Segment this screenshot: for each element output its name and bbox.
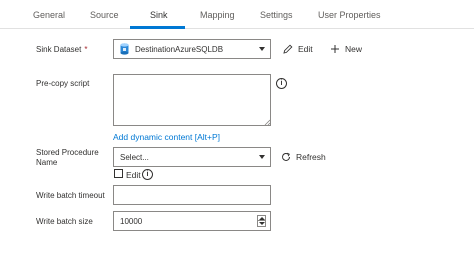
pre-copy-info-icon[interactable]: i [276, 78, 287, 89]
active-tab-indicator [130, 26, 185, 29]
pre-copy-script-label: Pre-copy script [36, 79, 90, 88]
stored-procedure-label-line2: Name [36, 158, 58, 167]
sink-dataset-label-text: Sink Dataset [36, 45, 82, 54]
write-batch-size-label: Write batch size [36, 217, 93, 226]
edit-dataset-button[interactable]: Edit [283, 44, 313, 54]
stored-procedure-info-icon[interactable]: i [142, 169, 153, 180]
stored-procedure-label: Stored Procedure Name [36, 148, 99, 168]
spin-down-icon[interactable] [259, 222, 265, 225]
spinner-divider [258, 220, 265, 221]
sink-dataset-select[interactable]: DestinationAzureSQLDB [113, 39, 271, 59]
edit-stored-procedure-checkbox[interactable] [114, 169, 123, 178]
stored-procedure-label-line1: Stored Procedure [36, 148, 99, 157]
database-icon [120, 43, 129, 55]
sink-dataset-label: Sink Dataset * [36, 45, 87, 55]
write-batch-size-input[interactable] [113, 211, 271, 231]
pre-copy-script-input[interactable] [113, 74, 271, 126]
edit-checkbox-label: Edit [126, 170, 141, 180]
edit-dataset-label: Edit [298, 44, 313, 54]
add-dynamic-content-link[interactable]: Add dynamic content [Alt+P] [113, 132, 220, 142]
required-marker: * [84, 45, 88, 54]
number-spinner[interactable] [257, 215, 266, 227]
write-batch-timeout-input[interactable] [113, 185, 271, 205]
chevron-down-icon [259, 155, 265, 159]
sink-dataset-value: DestinationAzureSQLDB [135, 45, 224, 54]
tab-user-properties[interactable]: User Properties [318, 10, 381, 20]
new-dataset-button[interactable]: New [330, 44, 362, 54]
tab-divider [0, 28, 474, 29]
stored-procedure-placeholder: Select... [120, 153, 149, 162]
tab-sink[interactable]: Sink [150, 10, 168, 20]
new-dataset-label: New [345, 44, 363, 54]
refresh-button[interactable]: Refresh [281, 152, 326, 162]
resize-handle-icon[interactable] [264, 119, 270, 125]
stored-procedure-select[interactable]: Select... [113, 147, 271, 167]
refresh-icon [282, 152, 290, 161]
tab-general[interactable]: General [33, 10, 65, 20]
tab-source[interactable]: Source [90, 10, 119, 20]
chevron-down-icon [259, 47, 265, 51]
tab-bar: General Source Sink Mapping Settings Use… [0, 0, 474, 30]
tab-settings[interactable]: Settings [260, 10, 293, 20]
pencil-icon [283, 44, 293, 54]
plus-icon [331, 45, 339, 53]
write-batch-timeout-label: Write batch timeout [36, 191, 105, 200]
tab-mapping[interactable]: Mapping [200, 10, 235, 20]
refresh-label: Refresh [296, 152, 326, 162]
